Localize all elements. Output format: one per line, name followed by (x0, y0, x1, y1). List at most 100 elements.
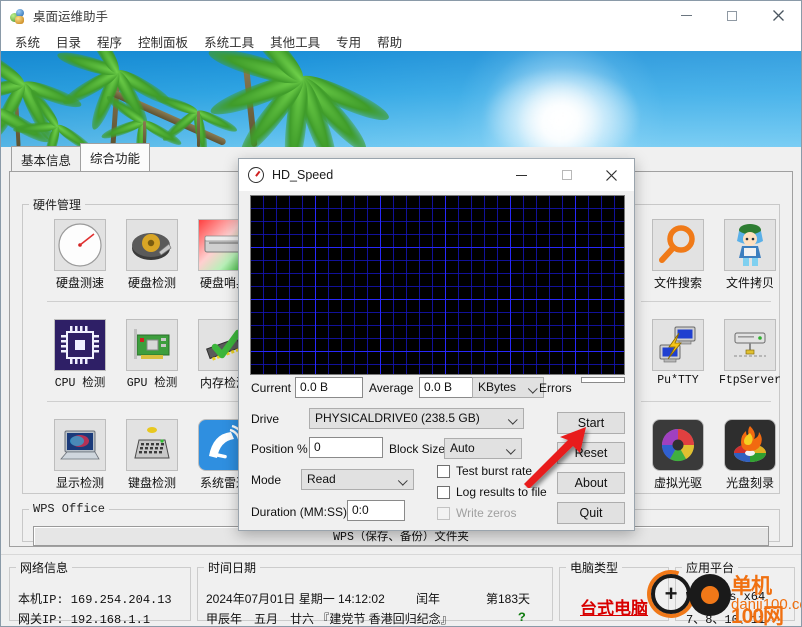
group-datetime-legend: 时间日期 (208, 561, 257, 575)
close-button[interactable] (755, 1, 801, 31)
minimize-button[interactable] (663, 1, 709, 31)
duration-label: Duration (MM:SS) (251, 505, 348, 519)
speed-gauge-icon (248, 167, 264, 183)
tool-file-copy[interactable]: 文件拷贝 (715, 219, 785, 291)
menu-item-system-tools[interactable]: 系统工具 (196, 31, 262, 52)
drive-label: Drive (251, 412, 280, 426)
start-button[interactable]: Start (557, 412, 625, 434)
current-value-field[interactable]: 0.0 B (295, 377, 363, 398)
unit-select[interactable]: KBytes (472, 377, 544, 398)
app-globe-icon (9, 7, 27, 25)
disc-burn-icon (724, 419, 776, 471)
tool-label: 硬盘测速 (55, 276, 104, 290)
close-icon (606, 169, 617, 181)
checkbox-label: Test burst rate (456, 464, 533, 478)
putty-terminal-icon (652, 319, 704, 371)
quit-button[interactable]: Quit (557, 502, 625, 524)
about-button[interactable]: About (557, 472, 625, 494)
menu-item-control-panel[interactable]: 控制面板 (130, 31, 196, 52)
chevron-down-icon (527, 383, 538, 394)
menu-item-help[interactable]: 帮助 (369, 31, 410, 52)
errors-label: Errors (539, 381, 572, 395)
blocksize-value: Auto (450, 441, 475, 455)
mode-select[interactable]: Read (301, 469, 414, 490)
maximize-button[interactable] (709, 1, 755, 31)
menubar: 系统 目录 程序 控制面板 系统工具 其他工具 专用 帮助 (1, 31, 801, 51)
tool-label: 文件拷贝 (725, 276, 774, 290)
tool-display-check[interactable]: 显示检测 (45, 419, 115, 491)
group-wps-office-legend: WPS Office (33, 502, 106, 516)
checkbox-label: Write zeros (456, 506, 517, 520)
tool-disk-check[interactable]: 硬盘检测 (117, 219, 187, 291)
reset-button[interactable]: Reset (557, 442, 625, 464)
anime-girl-icon (724, 219, 776, 271)
datetime-line2: 甲辰年 五月 廿六 『建党节 香港回归纪念』 (206, 612, 453, 626)
dialog-minimize-button[interactable] (499, 159, 544, 191)
speedometer-icon (54, 219, 106, 271)
datetime-line1: 2024年07月01日 星期一 14:12:02 (206, 592, 385, 606)
tool-label: 键盘检测 (127, 476, 176, 490)
position-input[interactable]: 0 (309, 437, 383, 458)
chevron-down-icon (505, 444, 516, 455)
tool-gpu-check[interactable]: GPU 检测 (117, 319, 187, 390)
checkbox-label: Log results to file (456, 485, 547, 499)
tool-file-search[interactable]: 文件搜索 (643, 219, 713, 291)
errors-value-field[interactable] (581, 377, 625, 383)
tool-label: 硬盘检测 (127, 276, 176, 290)
datetime-help-button[interactable]: ? (518, 610, 526, 625)
close-icon (772, 10, 784, 21)
blocksize-label: Block Size (389, 442, 446, 456)
group-network-info: 网络信息 本机IP: 169.254.204.13 网关IP: 192.168.… (9, 559, 191, 626)
watermark-line2: danji100.com (731, 596, 801, 613)
tool-ftp-server[interactable]: FtpServer (715, 319, 785, 387)
group-computer-type-legend: 电脑类型 (570, 561, 619, 575)
harddisk-icon (126, 219, 178, 271)
tool-putty[interactable]: Pu*TTY (643, 319, 713, 387)
blocksize-select[interactable]: Auto (444, 438, 522, 459)
tool-disc-burn[interactable]: 光盘刻录 (715, 419, 785, 491)
app-window: 桌面运维助手 系统 目录 程序 控制面板 系统工具 其他工具 专用 帮助 基本信… (0, 0, 802, 627)
menu-item-directory[interactable]: 目录 (48, 31, 89, 52)
cpu-chip-icon (54, 319, 106, 371)
tool-label: 光盘刻录 (725, 476, 774, 490)
tool-label: 显示检测 (55, 476, 104, 490)
menu-item-dedicated[interactable]: 专用 (328, 31, 369, 52)
position-label: Position % (251, 442, 308, 456)
virtual-drive-icon (652, 419, 704, 471)
tool-label: 虚拟光驱 (653, 476, 702, 490)
tool-keyboard-check[interactable]: 键盘检测 (117, 419, 187, 491)
checkbox-box (437, 506, 450, 520)
chevron-down-icon (507, 414, 518, 425)
checkbox-log-results-to-file[interactable]: Log results to file (437, 485, 547, 499)
local-ip-text: 本机IP: 169.254.204.13 (18, 593, 172, 607)
menu-item-program[interactable]: 程序 (89, 31, 130, 52)
menu-item-other-tools[interactable]: 其他工具 (262, 31, 328, 52)
tool-label: 文件搜索 (653, 276, 702, 290)
dialog-title: HD_Speed (272, 168, 334, 182)
ftp-server-icon (724, 319, 776, 371)
drive-select[interactable]: PHYSICALDRIVE0 (238.5 GB) (309, 408, 524, 429)
chevron-down-icon (397, 475, 408, 486)
menu-item-system[interactable]: 系统 (7, 31, 48, 52)
tool-label: CPU 检测 (54, 377, 106, 390)
drive-value: PHYSICALDRIVE0 (238.5 GB) (315, 411, 480, 425)
window-title: 桌面运维助手 (33, 10, 109, 24)
window-titlebar: 桌面运维助手 (1, 1, 801, 31)
dialog-close-button[interactable] (589, 159, 634, 191)
tab-basic-info[interactable]: 基本信息 (11, 146, 82, 172)
leap-year-text: 闰年 (416, 592, 441, 606)
tool-virtual-drive[interactable]: 虚拟光驱 (643, 419, 713, 491)
dialog-titlebar: HD_Speed (239, 159, 634, 191)
tool-label: FtpServer (718, 374, 782, 387)
tool-disk-speed-test[interactable]: 硬盘测速 (45, 219, 115, 291)
current-label: Current (251, 381, 292, 395)
tab-comprehensive-features[interactable]: 综合功能 (80, 143, 151, 171)
checkbox-test-burst-rate[interactable]: Test burst rate (437, 464, 532, 478)
magnifier-icon (652, 219, 704, 271)
dialog-maximize-button[interactable] (544, 159, 589, 191)
tool-label: GPU 检测 (126, 377, 178, 390)
hd-speed-dialog: HD_Speed Current 0.0 B Average 0.0 B KBy… (238, 158, 635, 531)
tool-cpu-check[interactable]: CPU 检测 (45, 319, 115, 390)
duration-input[interactable]: 0:0 (347, 500, 405, 521)
tool-label: Pu*TTY (657, 374, 699, 387)
